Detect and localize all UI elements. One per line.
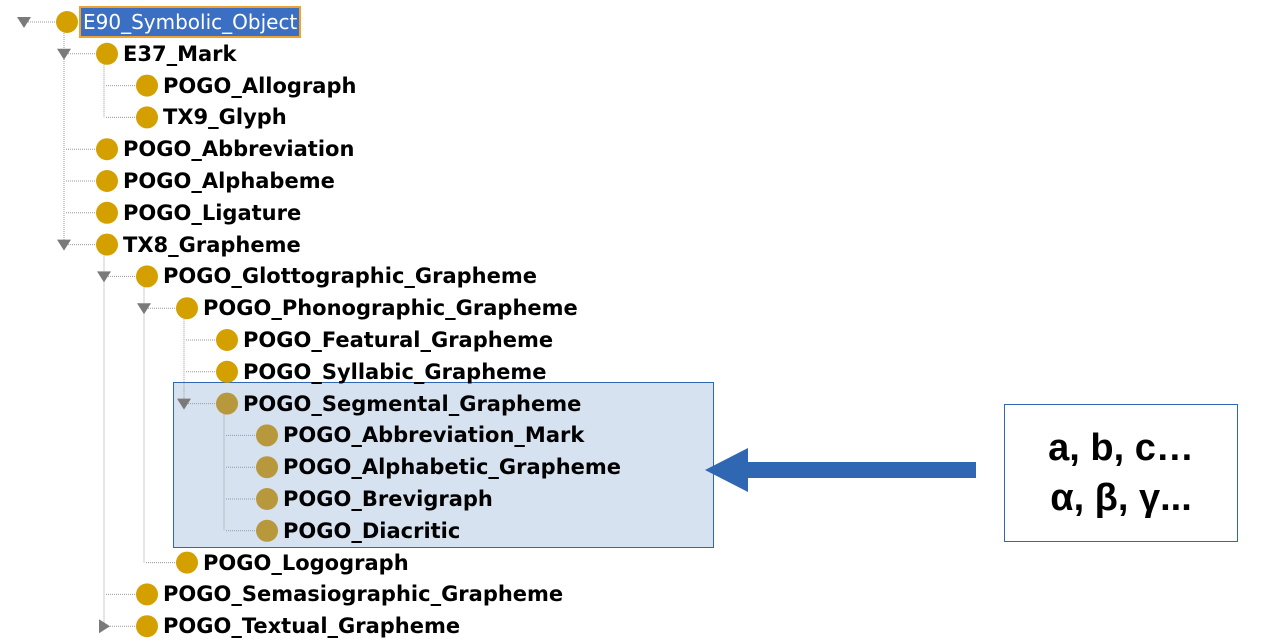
- tree-node-label: POGO_Segmental_Grapheme: [243, 391, 582, 416]
- class-circle-icon: [136, 106, 158, 129]
- tree-node[interactable]: POGO_Phonographic_Grapheme: [201, 293, 580, 323]
- tree-node-label: POGO_Allograph: [163, 73, 357, 98]
- tree-node[interactable]: POGO_Textual_Grapheme: [161, 611, 462, 641]
- class-circle-icon: [216, 329, 238, 351]
- tree-node-label: POGO_Glottographic_Grapheme: [163, 264, 538, 289]
- tree-node-label: POGO_Textual_Grapheme: [163, 614, 461, 639]
- class-circle-icon: [96, 201, 118, 224]
- class-hierarchy-tree: E90_Symbolic_Object E37_Mark POGO_Allograp…: [0, 0, 1264, 644]
- class-circle-icon: [256, 456, 278, 479]
- class-circle-icon: [176, 297, 198, 320]
- class-circle-icon: [216, 392, 238, 415]
- tree-node[interactable]: TX9_Glyph: [161, 102, 289, 132]
- callout-arrow: [705, 448, 976, 492]
- tree-node[interactable]: POGO_Syllabic_Grapheme: [241, 357, 549, 387]
- tree-node[interactable]: E90_Symbolic_Object: [78, 6, 302, 38]
- tree-node[interactable]: POGO_Glottographic_Grapheme: [161, 261, 539, 291]
- class-circle-icon: [136, 583, 158, 606]
- class-circle-icon: [96, 170, 118, 192]
- class-circle-icon: [56, 11, 78, 33]
- tree-node-label: POGO_Brevigraph: [283, 487, 493, 511]
- class-circle-icon: [96, 42, 118, 65]
- class-circle-icon: [176, 551, 198, 574]
- class-circle-icon: [96, 138, 118, 161]
- tree-node[interactable]: POGO_Diacritic: [281, 516, 462, 546]
- tree-node[interactable]: POGO_Allograph: [161, 71, 358, 101]
- tree-node-label: POGO_Abbreviation: [123, 137, 355, 162]
- class-circle-icon: [256, 424, 278, 447]
- tree-node-label: POGO_Alphabeme: [123, 169, 335, 193]
- tree-node[interactable]: POGO_Abbreviation_Mark: [281, 420, 586, 450]
- tree-node-label: E37_Mark: [123, 41, 237, 66]
- example-characters-callout: a, b, c… α, β, γ...: [1004, 404, 1238, 542]
- tree-node[interactable]: POGO_Semasiographic_Grapheme: [161, 579, 565, 609]
- tree-node-label: POGO_Phonographic_Grapheme: [203, 296, 578, 321]
- tree-node-label: POGO_Featural_Grapheme: [243, 328, 554, 352]
- tree-node[interactable]: POGO_Alphabeme: [121, 166, 337, 196]
- arrow-shape: [705, 448, 976, 492]
- tree-node[interactable]: E37_Mark: [121, 39, 238, 69]
- triangle-right-icon[interactable]: [99, 619, 110, 634]
- tree-node[interactable]: POGO_Alphabetic_Grapheme: [281, 452, 623, 482]
- tree-node-label: POGO_Diacritic: [283, 518, 461, 543]
- tree-node[interactable]: POGO_Abbreviation: [121, 134, 356, 164]
- tree-node-label: TX9_Glyph: [163, 105, 287, 130]
- tree-node[interactable]: POGO_Segmental_Grapheme: [241, 389, 583, 419]
- tree-node[interactable]: POGO_Ligature: [121, 198, 303, 228]
- class-circle-icon: [136, 74, 158, 97]
- tree-node[interactable]: POGO_Featural_Grapheme: [241, 325, 555, 355]
- tree-node-label: POGO_Abbreviation_Mark: [283, 423, 585, 448]
- class-circle-icon: [136, 265, 158, 288]
- tree-node-label: E90_Symbolic_Object: [78, 6, 302, 38]
- class-circle-icon: [216, 360, 238, 383]
- class-circle-icon: [136, 615, 158, 638]
- tree-node-label: POGO_Semasiographic_Grapheme: [163, 582, 564, 607]
- tree-node[interactable]: POGO_Logograph: [201, 548, 411, 578]
- tree-node-label: POGO_Logograph: [203, 550, 409, 575]
- callout-latin-examples: a, b, c…: [1048, 427, 1194, 469]
- callout-greek-examples: α, β, γ...: [1050, 477, 1192, 519]
- tree-node-label: POGO_Alphabetic_Grapheme: [283, 455, 622, 480]
- class-circle-icon: [96, 233, 118, 256]
- tree-node[interactable]: POGO_Brevigraph: [281, 484, 495, 514]
- class-circle-icon: [256, 488, 278, 510]
- tree-node-label: POGO_Syllabic_Grapheme: [243, 359, 547, 384]
- class-circle-icon: [256, 519, 278, 542]
- tree-node-label: TX8_Grapheme: [123, 232, 301, 257]
- tree-node[interactable]: TX8_Grapheme: [121, 230, 303, 260]
- tree-node-label: POGO_Ligature: [123, 200, 302, 225]
